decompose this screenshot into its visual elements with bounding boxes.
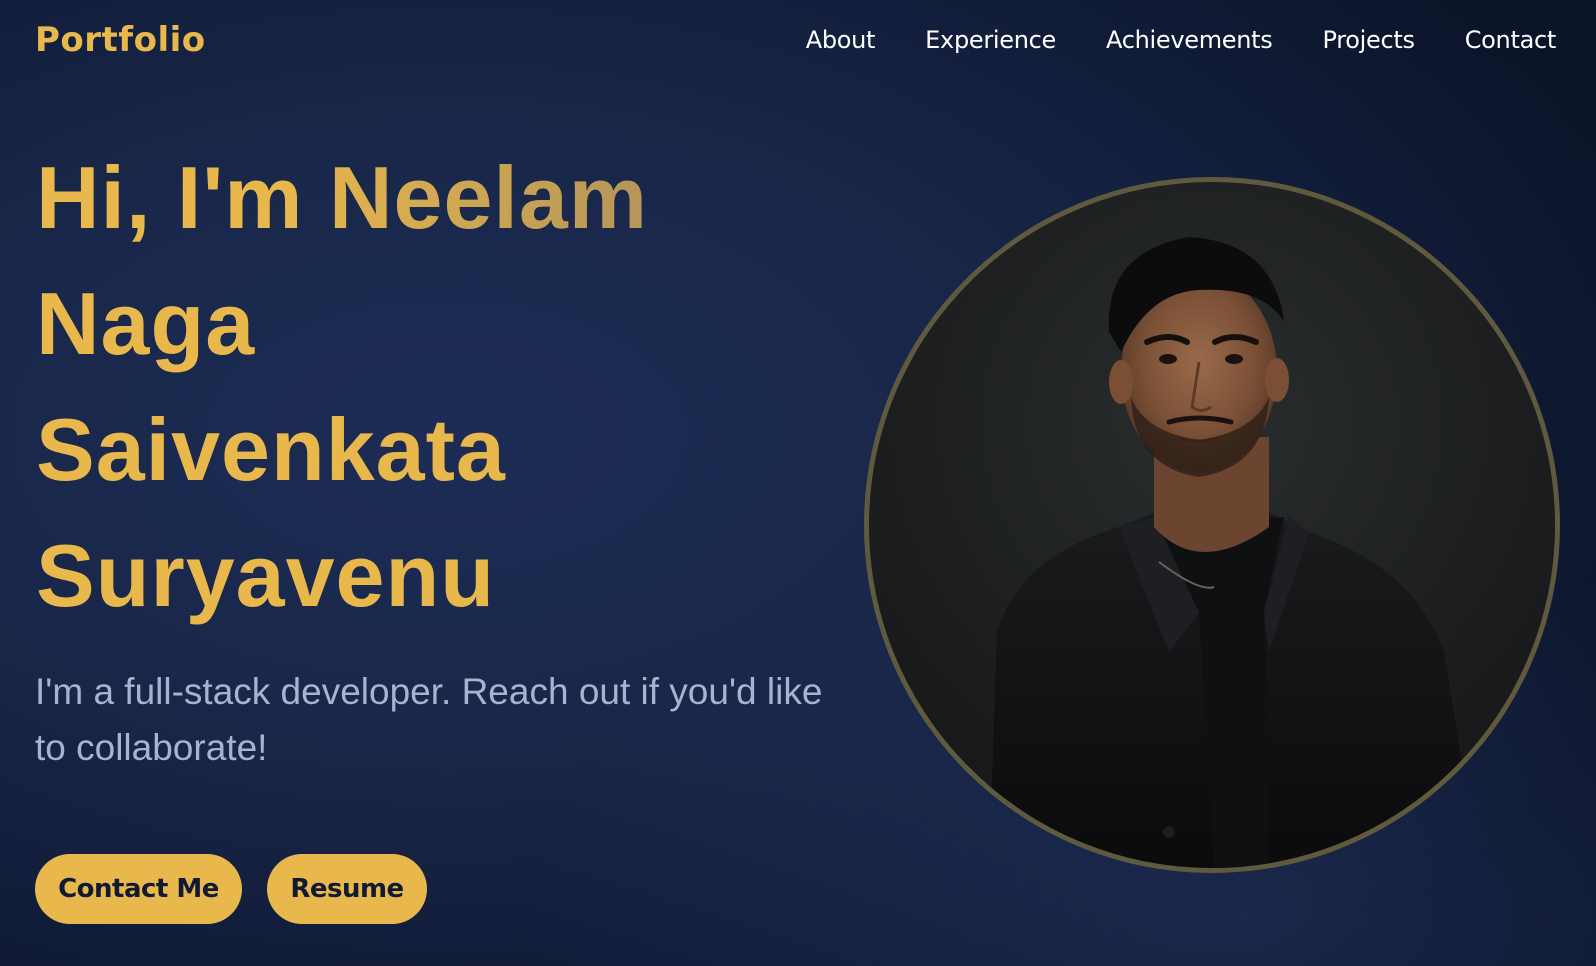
nav-link-experience[interactable]: Experience <box>925 26 1056 54</box>
site-logo[interactable]: Portfolio <box>35 20 206 60</box>
nav-link-achievements[interactable]: Achievements <box>1106 26 1273 54</box>
hero-title-line-4: Suryavenu <box>36 526 495 625</box>
resume-button[interactable]: Resume <box>267 854 427 924</box>
nav-links: About Experience Achievements Projects C… <box>806 26 1557 54</box>
navbar: Portfolio About Experience Achievements … <box>0 0 1596 86</box>
hero-title: Hi, I'm Neelam Naga Saivenkata Suryavenu <box>36 135 836 639</box>
contact-me-button[interactable]: Contact Me <box>35 854 242 924</box>
portrait-illustration <box>989 237 1479 868</box>
nav-link-projects[interactable]: Projects <box>1323 26 1416 54</box>
hero-subtitle: I'm a full-stack developer. Reach out if… <box>35 671 823 768</box>
profile-photo <box>864 177 1560 873</box>
hero-title-line-1: Hi, I'm Neelam <box>36 135 836 261</box>
nav-link-about[interactable]: About <box>806 26 876 54</box>
hero-title-line-3: Saivenkata <box>36 400 506 499</box>
nav-link-contact[interactable]: Contact <box>1465 26 1557 54</box>
hero-title-line-2: Naga <box>36 274 256 373</box>
